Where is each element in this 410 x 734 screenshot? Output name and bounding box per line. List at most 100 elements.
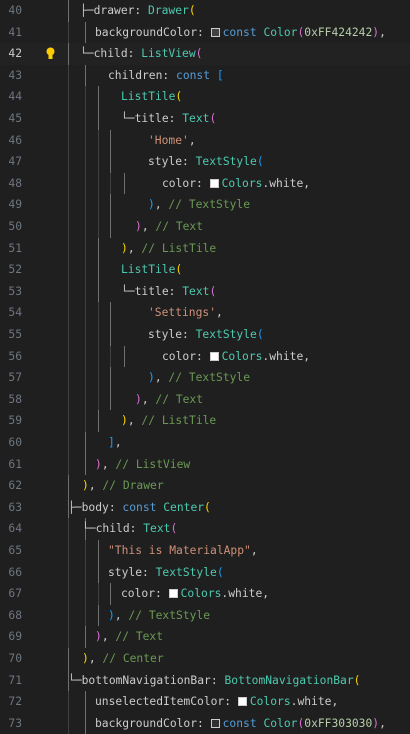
code-line[interactable]: 58), // Text <box>0 388 410 411</box>
code-line[interactable]: 42 └─child: ListView( <box>0 43 410 65</box>
code-token: style: <box>148 328 196 341</box>
code-token: title: <box>134 112 183 125</box>
code-line[interactable]: 73 backgroundColor: const Color(0xFF30303… <box>0 712 410 734</box>
code-token: ( <box>204 500 211 514</box>
line-number: 62 <box>8 479 22 493</box>
indent-guide <box>85 345 86 368</box>
code-line[interactable]: 54 'Settings', <box>0 302 410 324</box>
code-line[interactable]: 69), // Text <box>0 626 410 648</box>
indent-guide <box>68 259 69 281</box>
code-line[interactable]: 64 └─child: Text( <box>0 518 410 540</box>
color-swatch[interactable] <box>210 718 220 728</box>
code-line[interactable]: 43 children: const [ <box>0 64 410 87</box>
code-token: , <box>250 544 258 557</box>
code-token: ) <box>121 414 128 428</box>
code-line[interactable]: 57), // TextStyle <box>0 367 410 389</box>
code-line[interactable]: 66 style: TextStyle( <box>0 561 410 584</box>
code-line[interactable]: 65 "This is MaterialApp", <box>0 540 410 562</box>
line-number: 57 <box>8 371 22 385</box>
code-line[interactable]: 60], <box>0 432 410 454</box>
indent-guide <box>85 86 86 108</box>
code-line[interactable]: 45 └─title: Text( <box>0 108 410 130</box>
line-number: 51 <box>8 241 22 255</box>
code-token: "This is MaterialApp" <box>108 544 251 557</box>
indent-guide <box>68 151 69 173</box>
code-line[interactable]: 56 color: Colors.white, <box>0 345 410 368</box>
code-line[interactable]: 46 'Home', <box>0 129 410 152</box>
code-text: ), // ListView <box>95 454 190 476</box>
line-number: 70 <box>8 652 22 665</box>
code-text: ), // ListTile <box>121 238 216 260</box>
code-line[interactable]: 62), // Drawer <box>0 475 410 497</box>
code-text: color: Colors.white, <box>121 583 269 605</box>
code-text: color: Colors.white, <box>162 173 310 195</box>
code-token: ) <box>148 371 155 385</box>
code-token: └─ <box>80 47 94 61</box>
lightbulb-icon[interactable] <box>46 47 55 60</box>
indent-guide <box>68 43 69 65</box>
indent-guide <box>68 324 69 346</box>
line-number: 61 <box>8 457 22 471</box>
code-line[interactable]: 48 color: Colors.white, <box>0 172 410 195</box>
indent-guide <box>68 302 69 324</box>
code-line[interactable]: 51 ), // ListTile <box>0 237 410 260</box>
code-line[interactable]: 50), // Text <box>0 216 410 238</box>
code-line[interactable]: 40 ├─drawer: Drawer( <box>0 0 410 22</box>
code-line[interactable]: 47 style: TextStyle( <box>0 151 410 173</box>
code-token: // TextStyle <box>168 371 251 385</box>
color-swatch[interactable] <box>210 27 220 37</box>
code-token: TextStyle <box>195 155 257 169</box>
line-number: 45 <box>8 112 22 125</box>
code-token: const <box>222 716 264 730</box>
code-line[interactable]: 52 ListTile( <box>0 259 410 281</box>
code-token: ( <box>195 47 203 61</box>
code-token: ( <box>216 565 224 579</box>
code-line[interactable]: 67 color: Colors.white, <box>0 583 410 605</box>
code-line[interactable]: 61 ), // ListView <box>0 453 410 476</box>
indent-guide <box>98 324 99 346</box>
code-token: white <box>269 349 304 363</box>
color-swatch[interactable] <box>168 589 178 599</box>
code-token: // ListTile <box>141 414 217 428</box>
indent-guide <box>110 216 111 238</box>
code-line[interactable]: 44 ListTile( <box>0 86 410 108</box>
color-swatch[interactable] <box>209 178 219 188</box>
line-number: 48 <box>8 176 22 190</box>
code-text: ], <box>108 432 122 454</box>
code-token: ( <box>297 716 305 730</box>
code-text: unselectedItemColor: Colors.white, <box>95 691 338 713</box>
code-line[interactable]: 70), // Center <box>0 648 410 670</box>
code-token: // TextStyle <box>128 608 211 622</box>
code-token: children: <box>108 68 177 82</box>
code-token: ( <box>256 328 264 341</box>
code-line[interactable]: 72 unselectedItemColor: Colors.white, <box>0 691 410 713</box>
code-token: ) <box>121 241 128 255</box>
code-line[interactable]: 55 style: TextStyle( <box>0 324 410 346</box>
code-token: └─ <box>121 284 135 298</box>
code-token: , <box>114 608 129 622</box>
code-line[interactable]: 59), // ListTile <box>0 410 410 432</box>
line-number: 65 <box>8 544 22 557</box>
line-number: 44 <box>8 90 22 104</box>
indent-guide <box>85 367 86 389</box>
code-token: ( <box>170 522 178 536</box>
code-editor[interactable]: 40 ├─drawer: Drawer(41 backgroundColor: co… <box>0 0 410 734</box>
indent-guide <box>98 151 99 173</box>
code-token: TextStyle <box>195 328 257 341</box>
indent-guide <box>85 626 86 648</box>
indent-guide <box>68 367 69 389</box>
line-number: 56 <box>8 349 22 363</box>
indent-guide <box>68 561 69 584</box>
code-line[interactable]: 53 └─title: Text( <box>0 280 410 303</box>
code-token: . <box>290 695 298 709</box>
code-line[interactable]: 71 └─bottomNavigationBar: BottomNavigatio… <box>0 669 410 692</box>
color-swatch[interactable] <box>209 351 219 361</box>
code-token: ListTile <box>121 90 176 104</box>
color-swatch[interactable] <box>237 697 247 707</box>
line-number: 52 <box>8 263 22 277</box>
code-line[interactable]: 63 ├─body: const Center( <box>0 496 410 519</box>
code-line[interactable]: 41 backgroundColor: const Color(0xFF42424… <box>0 21 410 44</box>
code-line[interactable]: 68), // TextStyle <box>0 604 410 627</box>
code-text: ), // TextStyle <box>108 605 210 627</box>
code-line[interactable]: 49), // TextStyle <box>0 194 410 216</box>
